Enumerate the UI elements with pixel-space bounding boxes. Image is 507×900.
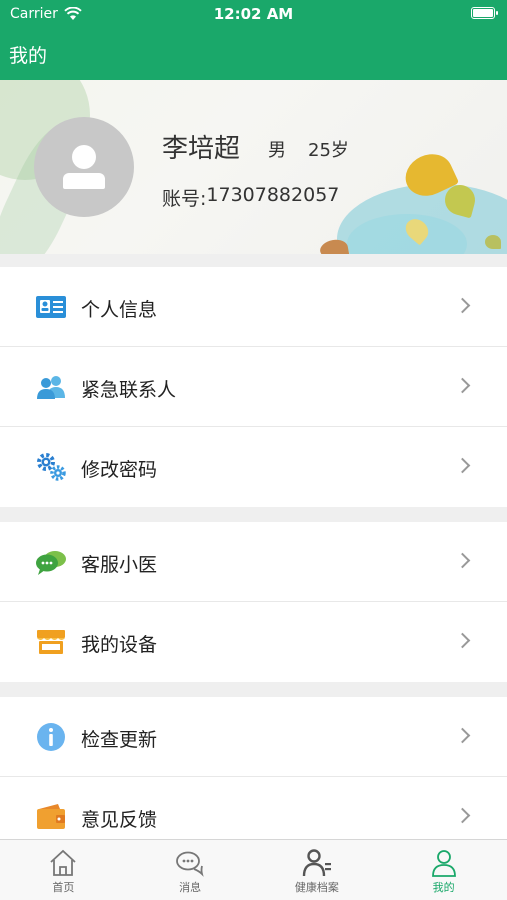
gears-icon	[37, 453, 66, 481]
avatar-person-icon	[72, 145, 96, 169]
menu-group-account: 个人信息 紧急联系人 修改密码	[0, 267, 507, 507]
avatar-person-icon	[63, 173, 105, 189]
chevron-right-icon	[454, 457, 471, 474]
menu-item-label: 紧急联系人	[81, 379, 177, 401]
status-bar: Carrier 12:02 AM	[0, 0, 507, 28]
nav-bar: 我的	[0, 28, 507, 80]
chat-bubbles-icon	[36, 551, 66, 575]
chevron-right-icon	[454, 727, 471, 744]
page-title: 我的	[9, 45, 48, 67]
contacts-icon	[37, 376, 65, 399]
menu-item-check-update[interactable]: 检查更新	[0, 697, 507, 777]
tab-bar: 首页 消息 健康档案 我的	[0, 839, 507, 900]
info-icon	[37, 723, 65, 751]
chevron-right-icon	[454, 377, 471, 394]
tab-mine[interactable]: 我的	[380, 840, 507, 900]
tab-health-records[interactable]: 健康档案	[254, 840, 381, 900]
menu-item-label: 我的设备	[81, 634, 158, 656]
wallet-icon	[37, 804, 65, 829]
chat-icon	[176, 851, 204, 877]
status-time: 12:02 AM	[213, 5, 294, 23]
menu-item-label: 检查更新	[81, 729, 158, 751]
user-age: 25岁	[308, 140, 349, 161]
menu-item-label: 客服小医	[81, 554, 158, 576]
menu-group-service: 客服小医 我的设备	[0, 522, 507, 682]
user-gender: 男	[268, 140, 286, 161]
tab-label: 我的	[432, 881, 455, 894]
menu-group-app: 检查更新 意见反馈	[0, 697, 507, 857]
user-icon	[431, 850, 456, 877]
user-name: 李培超	[162, 134, 241, 164]
menu-item-customer-service[interactable]: 客服小医	[0, 522, 507, 602]
menu-item-emergency-contact[interactable]: 紧急联系人	[0, 347, 507, 427]
account-number: 17307882057	[206, 184, 340, 206]
avatar[interactable]	[34, 117, 134, 217]
tab-label: 消息	[179, 881, 202, 894]
menu-item-label: 个人信息	[81, 299, 158, 321]
ginkgo-leaf-decoration	[485, 235, 501, 249]
tab-label: 健康档案	[294, 881, 339, 894]
tab-label: 首页	[52, 881, 75, 894]
tab-messages[interactable]: 消息	[127, 840, 254, 900]
chevron-right-icon	[454, 632, 471, 649]
menu-item-label: 修改密码	[81, 459, 158, 481]
menu-item-label: 意见反馈	[81, 809, 158, 831]
profile-header	[0, 80, 507, 254]
chevron-right-icon	[454, 552, 471, 569]
health-record-icon	[302, 849, 331, 877]
id-card-icon	[36, 296, 66, 318]
menu-item-personal-info[interactable]: 个人信息	[0, 267, 507, 347]
store-icon	[37, 630, 65, 654]
menu-item-change-password[interactable]: 修改密码	[0, 427, 507, 507]
account-label: 账号:	[162, 188, 207, 210]
account-row: 账号: 17307882057	[162, 184, 339, 211]
tab-home[interactable]: 首页	[0, 840, 127, 900]
menu-item-my-devices[interactable]: 我的设备	[0, 602, 507, 682]
battery-icon	[471, 7, 498, 19]
home-icon	[50, 849, 76, 876]
chevron-right-icon	[454, 807, 471, 824]
chevron-right-icon	[454, 297, 471, 314]
